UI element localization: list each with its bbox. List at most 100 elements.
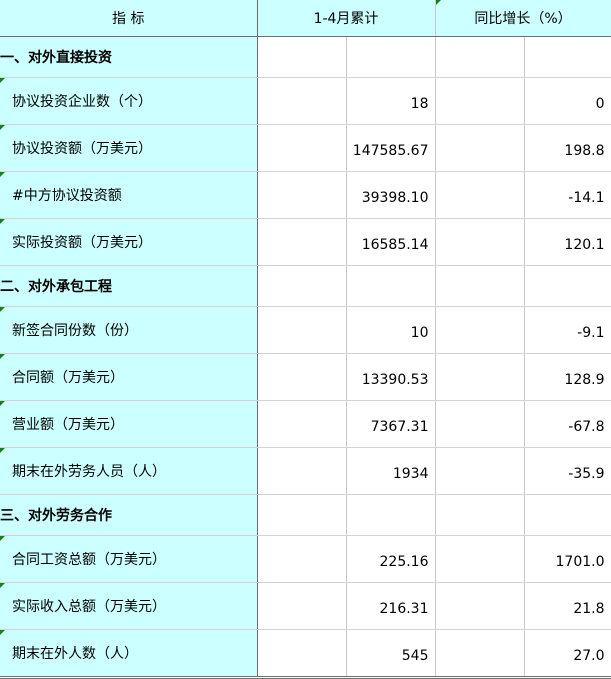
indicator-label: 新签合同份数（份） <box>12 323 138 339</box>
value-cell[interactable]: 16585.14 <box>346 218 436 266</box>
table-row: 合同工资总额（万美元） 225.16 1701.0 <box>0 535 611 583</box>
growth-cell[interactable]: -67.8 <box>524 400 611 448</box>
growth-cell[interactable]: 198.8 <box>524 124 611 172</box>
indicator-cell[interactable]: 实际收入总额（万美元） <box>0 582 258 630</box>
indicator-cell[interactable]: 协议投资额（万美元） <box>0 124 258 172</box>
value-cell[interactable]: 39398.10 <box>346 171 436 219</box>
indicator-cell[interactable]: 协议投资企业数（个） <box>0 77 258 125</box>
section-title-cell[interactable]: 一、对外直接投资 <box>0 36 258 78</box>
empty-cell[interactable] <box>257 171 347 219</box>
growth-cell[interactable]: 1701.0 <box>524 535 611 583</box>
indicator-label: 协议投资额（万美元） <box>12 141 152 157</box>
section-row: 二、对外承包工程 <box>0 265 611 307</box>
value-cell[interactable]: 13390.53 <box>346 353 436 401</box>
table-row: 协议投资企业数（个） 18 0 <box>0 77 611 125</box>
empty-cell[interactable] <box>435 124 525 172</box>
empty-cell[interactable] <box>435 353 525 401</box>
indicator-cell[interactable]: 新签合同份数（份） <box>0 306 258 354</box>
indicator-cell[interactable]: 合同额（万美元） <box>0 353 258 401</box>
comment-marker-icon <box>0 78 5 83</box>
empty-cell[interactable] <box>257 77 347 125</box>
empty-cell[interactable] <box>435 629 525 679</box>
table-row: 合同额（万美元） 13390.53 128.9 <box>0 353 611 401</box>
value-cell[interactable]: 7367.31 <box>346 400 436 448</box>
indicator-label: 实际收入总额（万美元） <box>12 599 166 615</box>
growth-cell[interactable]: 27.0 <box>524 629 611 679</box>
section-row: 三、对外劳务合作 <box>0 494 611 536</box>
indicator-label: 协议投资企业数（个） <box>12 94 152 110</box>
value-cell[interactable]: 10 <box>346 306 436 354</box>
indicator-cell[interactable]: 实际投资额（万美元） <box>0 218 258 266</box>
empty-cell[interactable] <box>346 36 436 78</box>
empty-cell[interactable] <box>435 265 525 307</box>
empty-cell[interactable] <box>257 306 347 354</box>
table-row: 协议投资额（万美元） 147585.67 198.8 <box>0 124 611 172</box>
growth-cell[interactable]: 0 <box>524 77 611 125</box>
empty-cell[interactable] <box>435 36 525 78</box>
table-row: 新签合同份数（份） 10 -9.1 <box>0 306 611 354</box>
empty-cell[interactable] <box>257 400 347 448</box>
growth-cell[interactable]: -35.9 <box>524 447 611 495</box>
section-row: 一、对外直接投资 <box>0 36 611 78</box>
indicator-label: 期末在外人数（人） <box>12 646 138 662</box>
indicator-cell[interactable]: 期末在外人数（人） <box>0 629 258 679</box>
empty-cell[interactable] <box>435 171 525 219</box>
indicator-label: 合同额（万美元） <box>12 370 124 386</box>
growth-cell[interactable]: 120.1 <box>524 218 611 266</box>
section-title-cell[interactable]: 三、对外劳务合作 <box>0 494 258 536</box>
value-cell[interactable]: 18 <box>346 77 436 125</box>
table-row: 期末在外劳务人员（人） 1934 -35.9 <box>0 447 611 495</box>
empty-cell[interactable] <box>435 400 525 448</box>
value-cell[interactable]: 545 <box>346 629 436 679</box>
empty-cell[interactable] <box>257 629 347 679</box>
growth-cell[interactable]: -14.1 <box>524 171 611 219</box>
value-cell[interactable]: 1934 <box>346 447 436 495</box>
empty-cell[interactable] <box>435 494 525 536</box>
empty-cell[interactable] <box>257 218 347 266</box>
indicator-cell[interactable]: 期末在外劳务人员（人） <box>0 447 258 495</box>
header-period[interactable]: 1-4月累计 <box>257 0 436 37</box>
empty-cell[interactable] <box>524 494 611 536</box>
comment-marker-icon <box>0 536 5 541</box>
empty-cell[interactable] <box>346 265 436 307</box>
header-growth[interactable]: 同比增长（%） <box>435 0 611 37</box>
header-row: 指 标 1-4月累计 同比增长（%） <box>0 0 611 37</box>
indicator-cell[interactable]: #中方协议投资额 <box>0 171 258 219</box>
empty-cell[interactable] <box>435 447 525 495</box>
value-cell[interactable]: 147585.67 <box>346 124 436 172</box>
empty-cell[interactable] <box>346 494 436 536</box>
empty-cell[interactable] <box>435 535 525 583</box>
indicator-cell[interactable]: 合同工资总额（万美元） <box>0 535 258 583</box>
growth-cell[interactable]: 128.9 <box>524 353 611 401</box>
indicator-cell[interactable]: 营业额（万美元） <box>0 400 258 448</box>
indicator-label: 合同工资总额（万美元） <box>12 552 166 568</box>
empty-cell[interactable] <box>257 124 347 172</box>
growth-cell[interactable]: -9.1 <box>524 306 611 354</box>
indicator-label: 期末在外劳务人员（人） <box>12 464 166 480</box>
header-indicator[interactable]: 指 标 <box>0 0 258 37</box>
empty-cell[interactable] <box>435 77 525 125</box>
empty-cell[interactable] <box>257 535 347 583</box>
empty-cell[interactable] <box>257 353 347 401</box>
empty-cell[interactable] <box>524 36 611 78</box>
section-title-cell[interactable]: 二、对外承包工程 <box>0 265 258 307</box>
table-row: #中方协议投资额 39398.10 -14.1 <box>0 171 611 219</box>
empty-cell[interactable] <box>435 306 525 354</box>
comment-marker-icon <box>0 125 5 130</box>
comment-marker-icon <box>0 172 5 177</box>
value-cell[interactable]: 225.16 <box>346 535 436 583</box>
stats-table: 指 标 1-4月累计 同比增长（%） 一、对外直接投资协议投资企业数（个） 18 0… <box>0 0 611 679</box>
value-cell[interactable]: 216.31 <box>346 582 436 630</box>
empty-cell[interactable] <box>435 218 525 266</box>
indicator-label: 营业额（万美元） <box>12 417 124 433</box>
comment-marker-icon <box>0 401 5 406</box>
empty-cell[interactable] <box>524 265 611 307</box>
empty-cell[interactable] <box>257 447 347 495</box>
empty-cell[interactable] <box>435 582 525 630</box>
growth-cell[interactable]: 21.8 <box>524 582 611 630</box>
empty-cell[interactable] <box>257 36 347 78</box>
empty-cell[interactable] <box>257 582 347 630</box>
table-row: 营业额（万美元） 7367.31 -67.8 <box>0 400 611 448</box>
empty-cell[interactable] <box>257 265 347 307</box>
empty-cell[interactable] <box>257 494 347 536</box>
